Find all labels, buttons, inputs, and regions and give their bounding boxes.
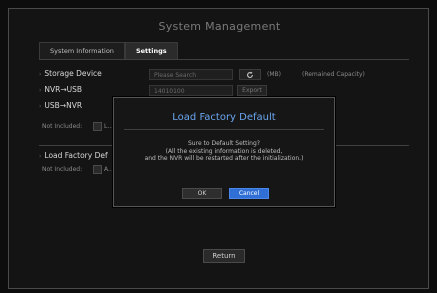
tab-system-information[interactable]: System Information [39, 42, 125, 59]
tab-bar: System Information Settings [39, 42, 178, 59]
dialog-message-line-1: Sure to Default Setting? [188, 140, 260, 147]
dialog-message-line-3: and the NVR will be restarted after the … [144, 155, 304, 162]
remained-capacity-label: (Remained Capacity) [302, 71, 365, 78]
factory-not-included-label: Not Included: [42, 166, 83, 173]
not-included-option: L... [104, 123, 114, 130]
tab-divider [39, 59, 409, 60]
export-filename-field[interactable]: 14010100 [149, 85, 233, 96]
bullet-icon: › [39, 87, 42, 94]
window-title: System Management [158, 20, 281, 33]
dialog-message-line-2: (All the existing information is deleted… [165, 147, 283, 155]
storage-unit: (MB) [267, 71, 281, 78]
storage-device-select-value: Please Search [154, 72, 196, 79]
dialog-divider [124, 129, 324, 130]
factory-not-included-checkbox[interactable] [93, 165, 102, 174]
bullet-icon: › [39, 71, 42, 78]
not-included-label: Not Included: [42, 123, 83, 130]
not-included-checkbox[interactable] [93, 122, 102, 131]
export-button[interactable]: Export [237, 85, 267, 96]
refresh-button[interactable] [239, 69, 261, 80]
storage-device-row: › Storage Device [39, 69, 102, 78]
load-factory-default-dialog: Load Factory Default Sure to Default Set… [113, 97, 335, 207]
load-factory-default-row: › Load Factory Def [39, 151, 108, 160]
usb-nvr-label: USB→NVR [44, 101, 83, 110]
ok-button[interactable]: OK [182, 188, 222, 199]
load-factory-default-label: Load Factory Def [44, 151, 108, 160]
nvr-usb-label: NVR→USB [44, 85, 83, 94]
tab-settings[interactable]: Settings [124, 42, 178, 59]
dialog-message: Sure to Default Setting? (All the existi… [114, 140, 334, 163]
export-filename-value: 14010100 [154, 88, 185, 95]
refresh-icon [247, 71, 253, 78]
return-button[interactable]: Return [203, 249, 245, 263]
cancel-button[interactable]: Cancel [229, 188, 269, 199]
bullet-icon: › [39, 103, 42, 110]
nvr-usb-row: › NVR→USB [39, 85, 82, 94]
storage-device-label: Storage Device [44, 69, 102, 78]
usb-nvr-row: › USB→NVR [39, 101, 82, 110]
bullet-icon: › [39, 153, 42, 160]
storage-device-select[interactable]: Please Search [149, 69, 233, 80]
dialog-title: Load Factory Default [172, 112, 276, 123]
